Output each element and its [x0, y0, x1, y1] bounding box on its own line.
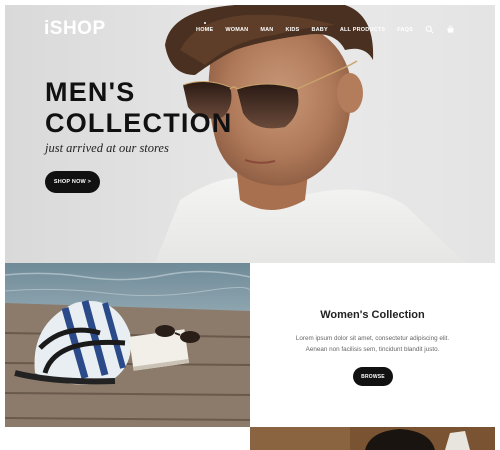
cart-icon[interactable] — [446, 25, 455, 34]
women-collection-text-line1: Lorem ipsum dolor sit amet, consectetur … — [295, 335, 450, 342]
nav-item-baby[interactable]: BABY — [311, 27, 327, 33]
page: iSHOP HOME WOMAN MAN KIDS BABY ALL PRODU… — [5, 5, 495, 450]
browse-button[interactable]: BROWSE — [353, 367, 393, 386]
hero-title: MEN'S COLLECTION — [45, 77, 245, 139]
logo[interactable]: iSHOP — [44, 18, 106, 40]
next-collection-photo — [250, 427, 495, 450]
hero-banner: iSHOP HOME WOMAN MAN KIDS BABY ALL PRODU… — [5, 5, 495, 263]
shop-now-button[interactable]: SHOP NOW > — [45, 171, 100, 193]
nav-item-woman[interactable]: WOMAN — [225, 27, 248, 33]
nav-item-man[interactable]: MAN — [260, 27, 273, 33]
nav-item-faqs[interactable]: FAQS — [397, 27, 413, 33]
search-icon[interactable] — [425, 25, 434, 34]
women-collection-photo — [5, 263, 250, 427]
women-collection-text-line2: Aenean non facilisis sem, tincidunt blan… — [305, 346, 440, 353]
hero-subtitle: just arrived at our stores — [45, 141, 169, 155]
hero-title-line2: COLLECTION — [45, 108, 233, 138]
women-collection-title: Women's Collection — [320, 309, 425, 321]
nav-item-all-products[interactable]: ALL PRODUCTS — [340, 27, 385, 33]
main-nav: HOME WOMAN MAN KIDS BABY ALL PRODUCTS FA… — [184, 25, 455, 34]
women-collection-description: Lorem ipsum dolor sit amet, consectetur … — [250, 333, 495, 355]
women-collection-block: Women's Collection Lorem ipsum dolor sit… — [250, 263, 495, 427]
nav-item-home[interactable]: HOME — [196, 27, 213, 33]
nav-item-kids[interactable]: KIDS — [285, 27, 299, 33]
hero-title-line1: MEN'S — [45, 77, 136, 107]
